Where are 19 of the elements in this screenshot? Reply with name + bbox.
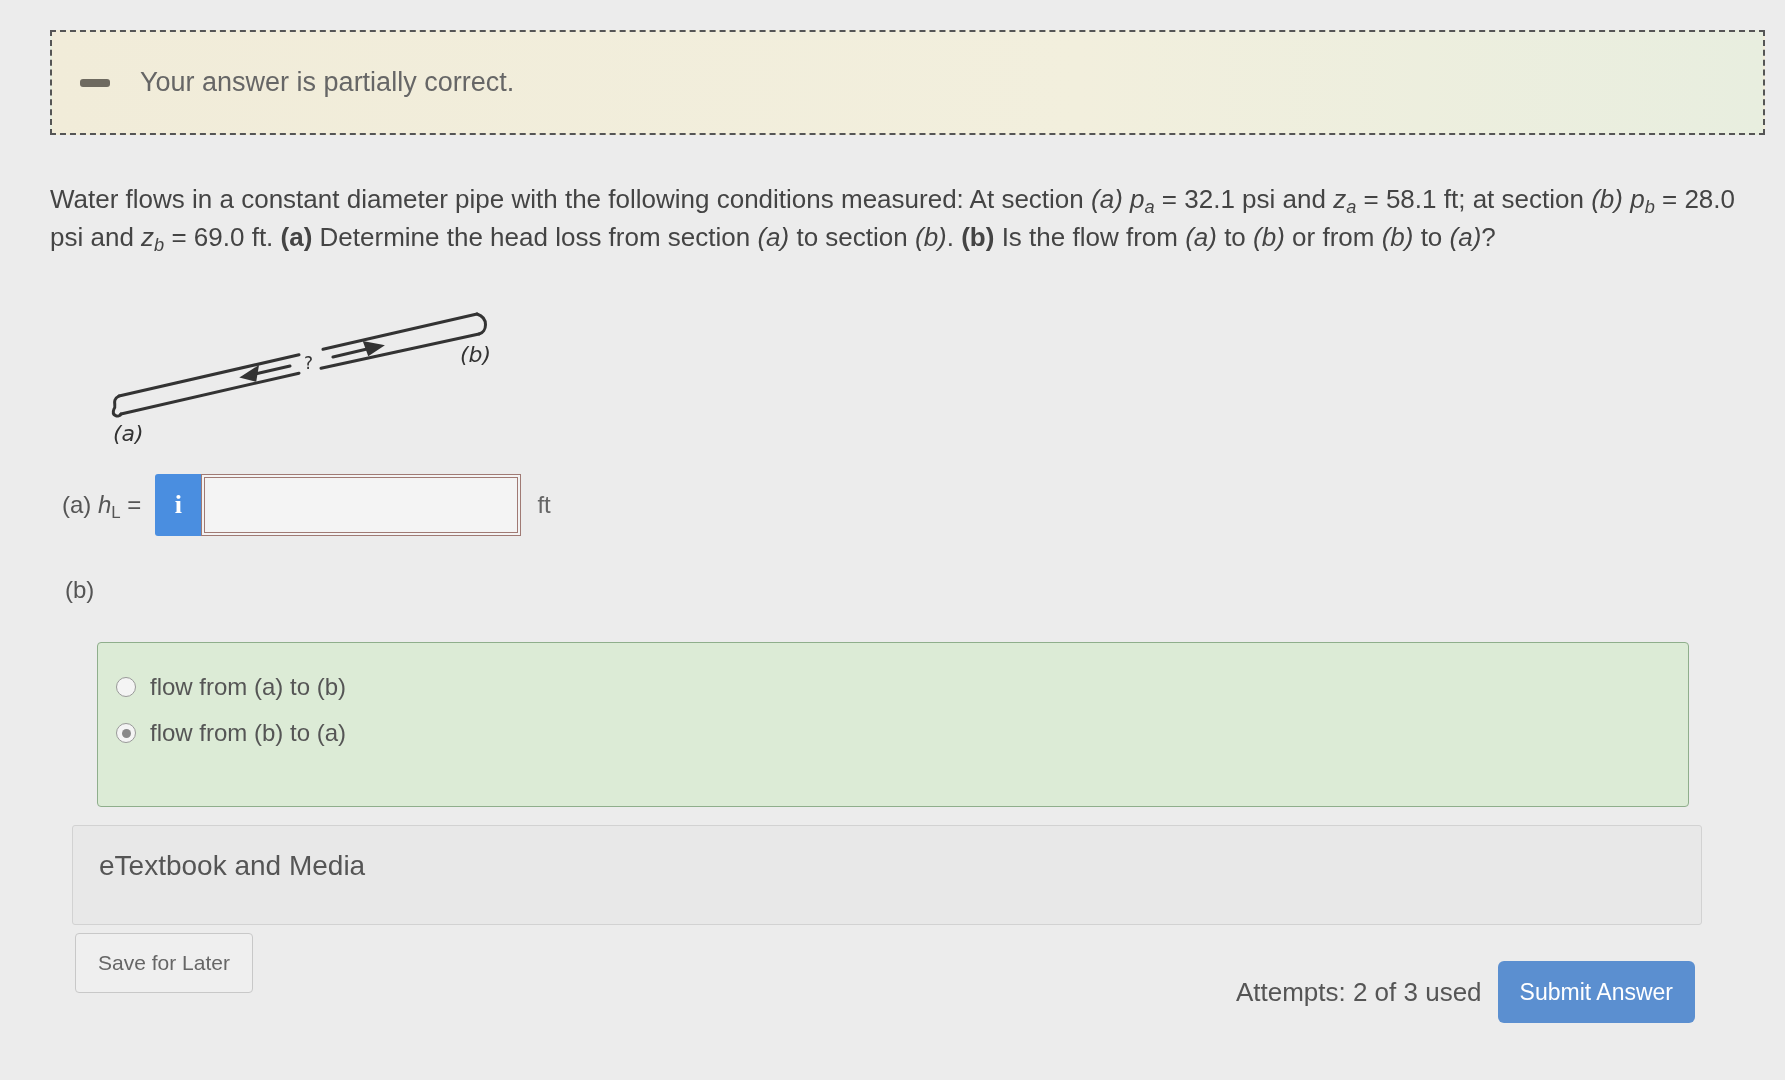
option-label: flow from (b) to (a) [150, 719, 347, 747]
option-label: flow from (a) to (b) [150, 673, 347, 701]
part-label: (b) [65, 576, 95, 604]
answer-input[interactable] [201, 474, 522, 536]
answer-label: (a) h$_{L}$ = [62, 491, 142, 519]
feedback-message: Your answer is partially correct. [140, 67, 515, 98]
info-button[interactable]: i [155, 474, 202, 536]
radio-button[interactable] [116, 723, 136, 743]
question-text: Water flows in a constant diameter pipe with the following conditions measured: At section (a) p$_{a}$ = 32.1 psi and z$_{a}$ = 58.1 ft; at section (b) p$_{b}$ = 28.0 psi and z$_{b}$ = 69.0 ft. (a) Determine the head loss from section (a) to section (b). (b) Is the flow from (a) to (b) or from (b) to (a)? [50, 183, 1736, 256]
flow-question-label: ? [304, 353, 314, 373]
save-for-later-button[interactable]: Save for Later [75, 933, 253, 993]
section-label: (b) [460, 342, 492, 367]
section-label: (a) [113, 421, 144, 446]
radio-button[interactable] [116, 677, 136, 697]
submit-answer-button[interactable]: Submit Answer [1497, 961, 1695, 1023]
unit-label: ft [537, 491, 551, 519]
minus-icon [80, 78, 110, 87]
attempts-text: Attempts: 2 of 3 used [1235, 976, 1482, 1008]
etextbook-media-toggle[interactable]: eTextbook and Media [72, 825, 1702, 925]
